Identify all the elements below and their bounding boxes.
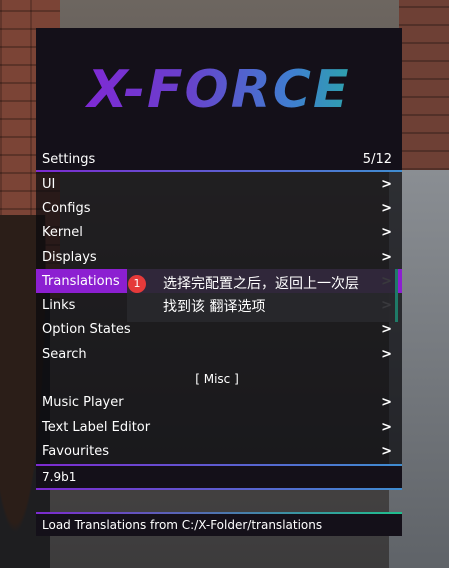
menu-item-text-label-editor[interactable]: Text Label Editor > [36,414,402,440]
menu-item-label: Search [42,346,87,362]
menu-item-label: Displays [42,249,97,265]
annotation-line: 选择完配置之后，返回上一次层 [163,276,359,292]
menu-subheader: Settings 5/12 [36,148,402,172]
menu-item-label: Option States [42,322,131,338]
chevron-right-icon: > [381,225,392,241]
description-text: Load Translations from C:/X-Folder/trans… [42,517,323,532]
chevron-right-icon: > [381,249,392,265]
menu-item-label: Configs [42,200,91,216]
menu-item-label: Translations [42,273,120,289]
section-label: [ Misc ] [195,371,239,386]
version-label: 7.9b1 [42,469,77,484]
description-bar: Load Translations from C:/X-Folder/trans… [36,513,402,536]
menu-item-label: Favourites [42,443,109,459]
menu-header: X-FORCE [36,28,402,148]
annotation-line: 找到该 翻译选项 [163,299,266,315]
menu-item-displays[interactable]: Displays > [36,244,402,270]
menu-item-ui[interactable]: UI > [36,172,402,197]
chevron-right-icon: > [381,443,392,459]
menu-item-label: UI [42,176,56,192]
chevron-right-icon: > [381,200,392,216]
chevron-right-icon: > [381,322,392,338]
menu-item-label: Links [42,298,76,314]
chevron-right-icon: > [381,419,392,435]
menu-item-label: Music Player [42,395,124,411]
menu-title: Settings [42,151,96,167]
menu-item-search[interactable]: Search > [36,342,402,367]
chevron-right-icon: > [381,395,392,411]
page-counter: 5/12 [362,151,392,167]
chevron-right-icon: > [381,346,392,362]
menu-item-music-player[interactable]: Music Player > [36,390,402,415]
menu-item-favourites[interactable]: Favourites > [36,439,402,464]
logo: X-FORCE [36,60,402,120]
section-header-misc: [ Misc ] [36,366,402,391]
menu-item-label: Text Label Editor [42,419,151,435]
menu-item-kernel[interactable]: Kernel > [36,220,402,245]
annotation-badge: 1 [128,275,146,293]
menu-item-label: Kernel [42,225,83,241]
menu-item-configs[interactable]: Configs > [36,196,402,221]
annotation-text: 选择完配置之后，返回上一次层 找到该 翻译选项 [163,273,359,319]
version-bar: 7.9b1 [36,465,402,490]
chevron-right-icon: > [381,176,392,192]
